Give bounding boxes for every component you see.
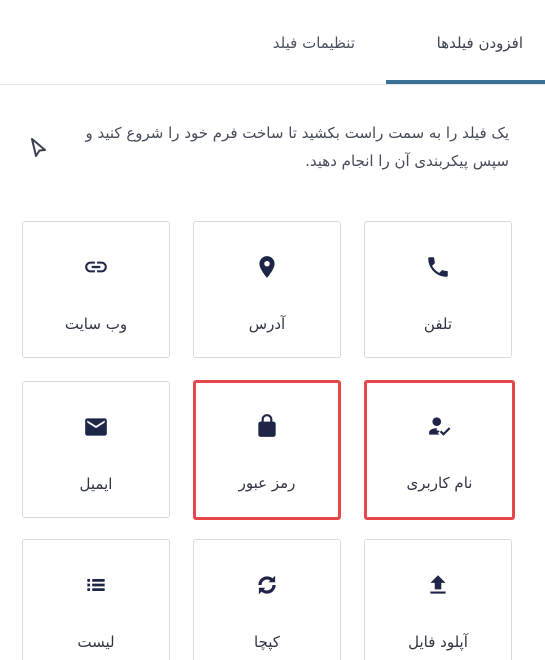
field-label: آپلود فایل — [408, 633, 468, 651]
field-label: ایمیل — [79, 475, 113, 493]
active-tab-indicator — [386, 80, 545, 84]
field-label: آدرس — [248, 315, 286, 333]
field-card-username[interactable]: نام کاربری — [364, 380, 515, 520]
tab-add-fields[interactable]: افزودن فیلدها — [437, 34, 523, 52]
field-card-website[interactable]: وب سایت — [22, 221, 170, 358]
upload-icon — [425, 572, 451, 598]
instruction-text: یک فیلد را به سمت راست بکشید تا ساخت فرم… — [85, 124, 509, 170]
field-card-password[interactable]: رمز عبور — [193, 380, 341, 520]
field-card-phone[interactable]: تلفن — [364, 221, 512, 358]
field-card-email[interactable]: ایمیل — [22, 381, 170, 518]
phone-icon — [425, 254, 451, 280]
field-label: رمز عبور — [238, 474, 296, 492]
cursor-pointer-icon — [26, 134, 52, 160]
captcha-icon — [254, 572, 280, 598]
field-label: لیست — [77, 633, 115, 651]
field-card-address[interactable]: آدرس — [193, 221, 341, 358]
field-card-captcha[interactable]: کپچا — [193, 539, 341, 660]
field-card-list[interactable]: لیست — [22, 539, 170, 660]
field-card-file-upload[interactable]: آپلود فایل — [364, 539, 512, 660]
tab-field-settings[interactable]: تنظیمات فیلد — [273, 34, 355, 52]
lock-icon — [254, 413, 280, 439]
field-label: کپچا — [254, 633, 280, 651]
field-label: وب سایت — [64, 315, 128, 333]
list-icon — [83, 572, 109, 598]
envelope-icon — [83, 414, 109, 440]
tab-bar: افزودن فیلدها تنظیمات فیلد — [0, 0, 545, 85]
location-pin-icon — [254, 254, 280, 280]
field-label: نام کاربری — [406, 474, 473, 492]
field-label: تلفن — [423, 315, 453, 333]
user-check-icon — [427, 413, 453, 439]
form-builder-panel: افزودن فیلدها تنظیمات فیلد یک فیلد را به… — [0, 0, 545, 660]
link-icon — [83, 254, 109, 280]
